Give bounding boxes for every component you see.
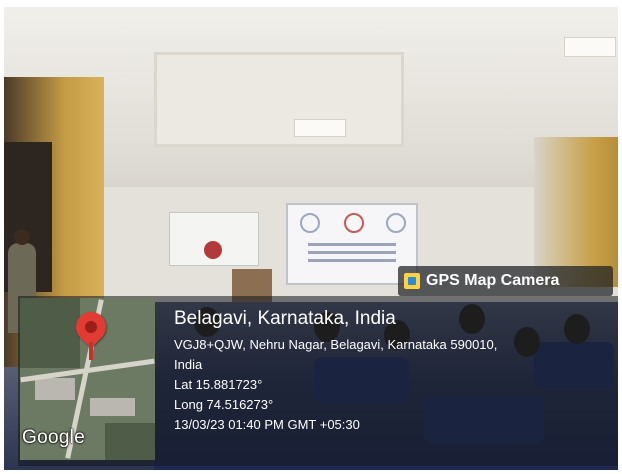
screen-text bbox=[308, 259, 396, 262]
screen-logo bbox=[300, 213, 320, 233]
map-building bbox=[90, 398, 135, 416]
ceiling-light bbox=[564, 37, 616, 57]
camera-icon bbox=[404, 273, 420, 289]
longitude: Long 74.516273° bbox=[174, 397, 274, 412]
location-info: Belagavi, Karnataka, India VGJ8+QJW, Neh… bbox=[174, 308, 497, 435]
datetime: 13/03/23 01:40 PM GMT +05:30 bbox=[174, 417, 360, 432]
google-attribution: Google bbox=[22, 427, 86, 448]
map-building bbox=[35, 378, 75, 400]
right-wall bbox=[534, 137, 618, 287]
ceiling-panel bbox=[154, 52, 404, 147]
screen-text bbox=[308, 243, 396, 246]
screen-logo bbox=[344, 213, 364, 233]
latitude: Lat 15.881723° bbox=[174, 377, 263, 392]
location-title: Belagavi, Karnataka, India bbox=[174, 308, 396, 329]
badge-label: GPS Map Camera bbox=[426, 272, 560, 289]
address-line-1: VGJ8+QJW, Nehru Nagar, Belagavi, Karnata… bbox=[174, 337, 498, 352]
banner-logo bbox=[204, 241, 222, 259]
screen-logo bbox=[386, 213, 406, 233]
ceiling-light bbox=[294, 119, 346, 137]
map-block bbox=[20, 298, 80, 368]
address-line-2: India bbox=[174, 357, 203, 372]
gps-camera-badge: GPS Map Camera bbox=[398, 266, 613, 296]
pin-stem bbox=[89, 342, 93, 360]
stage-banner bbox=[169, 212, 259, 266]
person-head bbox=[14, 229, 30, 245]
screen-text bbox=[308, 251, 396, 254]
pin-center bbox=[82, 318, 100, 336]
map-block bbox=[105, 423, 155, 460]
